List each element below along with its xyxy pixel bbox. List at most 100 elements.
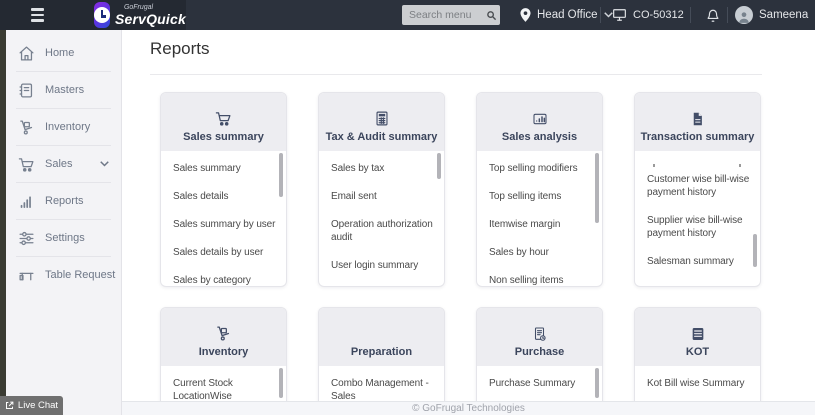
cart-icon	[215, 110, 232, 127]
scrolled-item-remnant	[647, 162, 758, 173]
brand-text: GoFrugal ServQuick	[115, 4, 186, 26]
report-link[interactable]: Current Stock LocationWise	[173, 377, 284, 403]
terminal-monitor-icon	[612, 8, 627, 22]
sidebar-item-reports[interactable]: Reports	[6, 186, 121, 216]
location-pin-icon	[520, 8, 531, 22]
chevron-down-icon	[100, 161, 109, 167]
copyright-label: © GoFrugal Technologies	[412, 403, 525, 414]
table-icon	[18, 267, 35, 284]
report-cards-grid: Sales summary Sales summary Sales details…	[160, 92, 761, 415]
report-link[interactable]: Purchase Summary	[489, 377, 600, 390]
brand-servquick-label: ServQuick	[115, 12, 186, 26]
search-input[interactable]	[402, 9, 482, 21]
store-name-label: Head Office	[537, 9, 598, 21]
search-icon[interactable]	[482, 5, 500, 25]
report-card-sales-summary: Sales summary Sales summary Sales details…	[160, 92, 287, 287]
main-content: Reports Sales summary Sales summarySales…	[122, 30, 815, 415]
report-link[interactable]: Non selling items	[489, 274, 600, 287]
report-link[interactable]: Sales details by user	[173, 246, 284, 259]
menu-hamburger-icon[interactable]	[31, 8, 44, 22]
report-link[interactable]: Operation authorization audit	[331, 218, 442, 244]
report-card-header: Inventory	[161, 308, 286, 366]
card-scrollbar-thumb[interactable]	[279, 153, 283, 197]
report-link[interactable]: Customer wise bill-wise payment history	[647, 173, 758, 199]
report-link[interactable]: Sales summary	[173, 162, 284, 175]
sidebar-separator	[16, 145, 111, 146]
report-card-list: Sales by tax Email sent Operation authoriz…	[319, 151, 444, 287]
trolley-icon	[215, 325, 232, 342]
card-scrollbar-thumb[interactable]	[595, 368, 599, 398]
masters-icon	[18, 82, 35, 99]
trolley-icon	[18, 119, 35, 136]
sidebar-item-label: Reports	[45, 195, 84, 207]
topbar-separator	[727, 7, 728, 23]
report-link[interactable]: Itemwise margin	[489, 218, 600, 231]
topbar-separator	[600, 7, 601, 23]
report-card-kot: KOT Kot Bill wise SummaryKot Bill wise D…	[634, 307, 761, 415]
card-scrollbar-thumb[interactable]	[595, 153, 599, 223]
report-card-title: Purchase	[515, 346, 565, 358]
user-avatar	[735, 6, 753, 24]
sidebar-item-home[interactable]: Home	[6, 38, 121, 68]
list-icon	[690, 326, 706, 342]
sidebar-item-masters[interactable]: Masters	[6, 75, 121, 105]
sidebar-separator	[16, 108, 111, 109]
user-menu[interactable]: Sameena	[735, 0, 815, 30]
sidebar-item-label: Table Request	[45, 269, 115, 281]
report-card-list: Sales summary Sales details Sales summary …	[161, 151, 286, 287]
sidebar-item-label: Settings	[45, 232, 85, 244]
brand-gofrugal-label: GoFrugal	[124, 4, 186, 11]
report-link[interactable]: Sales by category	[173, 274, 284, 287]
report-link[interactable]: Sales by tax	[331, 162, 442, 175]
sidebar-item-label: Sales	[45, 158, 73, 170]
report-link[interactable]: Sales summary by user	[173, 218, 284, 231]
user-name-label: Sameena	[759, 9, 808, 21]
card-scrollbar-thumb[interactable]	[437, 153, 441, 179]
report-card-header: Purchase	[477, 308, 602, 366]
report-link[interactable]: User login summary	[331, 259, 442, 272]
notifications-bell-icon[interactable]	[698, 0, 728, 30]
report-link[interactable]: Sales details	[173, 190, 284, 203]
report-card-header: KOT	[635, 308, 760, 366]
report-card-header: Preparation	[319, 308, 444, 366]
external-link-icon	[5, 401, 14, 410]
live-chat-button[interactable]: Live Chat	[0, 396, 63, 415]
report-link[interactable]: Kot Bill wise Summary	[647, 377, 758, 390]
report-link[interactable]: Top selling items	[489, 190, 600, 203]
terminal-id-label: CO-50312	[633, 9, 684, 21]
report-link[interactable]: Email sent	[331, 190, 442, 203]
document-icon	[690, 111, 705, 127]
report-card-header: Sales analysis	[477, 93, 602, 151]
sidebar-item-inventory[interactable]: Inventory	[6, 112, 121, 142]
report-card-list: Customer wise bill-wise payment history S…	[635, 151, 760, 287]
report-link[interactable]: Combo Management - Sales	[331, 377, 442, 403]
sidebar-item-label: Home	[45, 47, 74, 59]
sidebar-item-settings[interactable]: Settings	[6, 223, 121, 253]
clock-icon	[94, 7, 110, 23]
report-link[interactable]: Salesman summary	[647, 255, 758, 268]
topbar-separator	[690, 7, 691, 23]
sidebar-item-table-request[interactable]: Table Request	[6, 260, 121, 290]
sidebar-separator	[16, 182, 111, 183]
terminal-indicator: CO-50312	[612, 0, 684, 30]
bar-chart-box-icon	[530, 111, 550, 127]
sidebar-separator	[16, 256, 111, 257]
report-card-preparation: Preparation Combo Management - SalesComb…	[318, 307, 445, 415]
sidebar: Home Masters Inventory Sales Reports Set…	[6, 30, 122, 415]
report-link[interactable]: Top selling modifiers	[489, 162, 600, 175]
servquick-logo-icon[interactable]	[94, 2, 110, 28]
calculator-icon	[373, 110, 391, 127]
card-scrollbar-thumb[interactable]	[753, 234, 757, 267]
report-card-title: Sales analysis	[502, 131, 577, 143]
report-link[interactable]: Sales by hour	[489, 246, 600, 259]
report-card-header: Sales summary	[161, 93, 286, 151]
report-link[interactable]: Supplier wise bill-wise payment history	[647, 214, 758, 240]
card-scrollbar-thumb[interactable]	[279, 368, 283, 398]
sidebar-item-sales[interactable]: Sales	[6, 149, 121, 179]
receipt-icon	[531, 326, 548, 342]
sidebar-separator	[16, 219, 111, 220]
report-card-title: Transaction summary	[641, 131, 755, 143]
report-card-tax-audit-summary: Tax & Audit summary Sales by taxEmail se…	[318, 92, 445, 287]
store-selector[interactable]: Head Office	[520, 0, 613, 30]
topbar-brand-zone: GoFrugal ServQuick	[0, 0, 186, 30]
